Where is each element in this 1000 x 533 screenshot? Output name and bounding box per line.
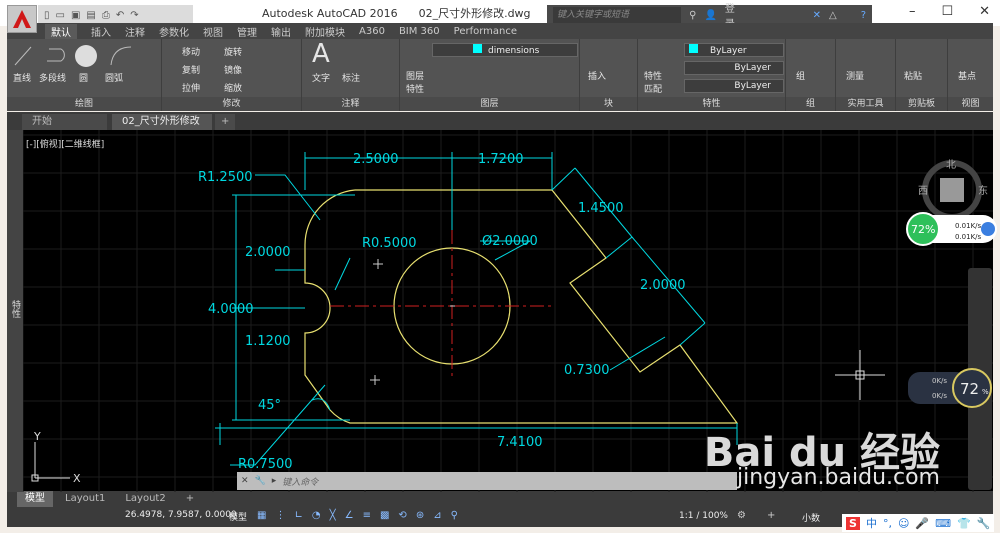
- dim-radius-corner[interactable]: R0.7500: [238, 457, 293, 472]
- dim-top-left[interactable]: 2.5000: [353, 152, 399, 167]
- ime-language[interactable]: 中: [866, 515, 877, 531]
- customize-icon[interactable]: 🔧: [255, 476, 266, 486]
- dim-top-right[interactable]: 1.7200: [478, 152, 524, 167]
- dim-vert-upper[interactable]: 2.0000: [245, 245, 291, 260]
- dim-radius-notch[interactable]: R0.5000: [362, 236, 417, 251]
- point-markers: [370, 259, 455, 385]
- memory-percent: 72%: [911, 223, 935, 236]
- close-command-icon[interactable]: ✕: [241, 476, 249, 486]
- dim-notch[interactable]: 2.0000: [640, 278, 686, 293]
- dimension-lines: [215, 152, 738, 466]
- centerlines: [330, 230, 555, 380]
- mic-icon[interactable]: 🎤: [915, 517, 929, 530]
- crosshair-cursor: [835, 350, 885, 400]
- dim-vert-total[interactable]: 4.0000: [208, 302, 254, 317]
- network-widget: 72% 0.01K/s 0.01K/s: [906, 212, 997, 246]
- dim-diameter[interactable]: Ø2.0000: [482, 234, 538, 249]
- emoji-icon[interactable]: ☺: [898, 517, 909, 530]
- tools-icon[interactable]: 🔧: [977, 517, 991, 530]
- side-panel-label: 特性: [10, 300, 20, 318]
- application-menu-button[interactable]: [7, 5, 37, 33]
- percent-unit: %: [982, 388, 989, 396]
- upload-speed: 0.01K/s: [955, 222, 982, 230]
- ucs-x-label: X: [73, 472, 81, 485]
- dim-vert-lower[interactable]: 1.1200: [245, 334, 291, 349]
- dim-chamfer[interactable]: 1.4500: [578, 201, 624, 216]
- memory-percent-2: 72: [960, 380, 979, 398]
- viewcube-west[interactable]: 西: [918, 186, 928, 197]
- dim-angle[interactable]: 45°: [258, 398, 281, 413]
- sogou-logo-icon: S: [846, 516, 860, 530]
- part-outline: [304, 189, 739, 424]
- command-line: ✕ 🔧 ▸ 键入命令: [237, 472, 737, 490]
- viewcube-east[interactable]: 东: [978, 184, 988, 197]
- autocad-logo-icon: [13, 10, 31, 28]
- upload-speed-2: 0K/s: [932, 377, 947, 385]
- network-widget-2: 72 % 0K/s 0K/s: [908, 368, 992, 408]
- ucs-y-label: Y: [33, 430, 41, 443]
- dim-small[interactable]: 0.7300: [564, 363, 610, 378]
- ucs-icon: [31, 442, 70, 482]
- baidu-watermark-url: jingyan.baidu.com: [736, 465, 940, 490]
- properties-side-panel[interactable]: 特性: [7, 130, 23, 492]
- dim-bottom[interactable]: 7.4100: [497, 435, 543, 450]
- dim-radius-large[interactable]: R1.2500: [198, 170, 253, 185]
- download-speed: 0.01K/s: [955, 233, 982, 241]
- punctuation-icon[interactable]: °,: [883, 517, 892, 530]
- viewcube-north[interactable]: 北: [946, 159, 956, 171]
- viewport-controls[interactable]: [-][俯视][二维线框]: [26, 137, 104, 150]
- ime-toolbar: S 中 °, ☺ 🎤 ⌨ 👕 🔧: [842, 514, 994, 532]
- skin-icon[interactable]: 👕: [957, 517, 971, 530]
- accelerate-button[interactable]: [981, 222, 995, 236]
- command-input[interactable]: 键入命令: [282, 475, 318, 488]
- dimension-texts: 2.5000 1.7200 1.4500 2.0000 0.7300 7.410…: [198, 152, 686, 472]
- viewcube[interactable]: [922, 160, 982, 220]
- download-speed-2: 0K/s: [932, 392, 947, 400]
- command-recent-icon[interactable]: ▸: [272, 476, 277, 486]
- keyboard-icon[interactable]: ⌨: [935, 517, 951, 530]
